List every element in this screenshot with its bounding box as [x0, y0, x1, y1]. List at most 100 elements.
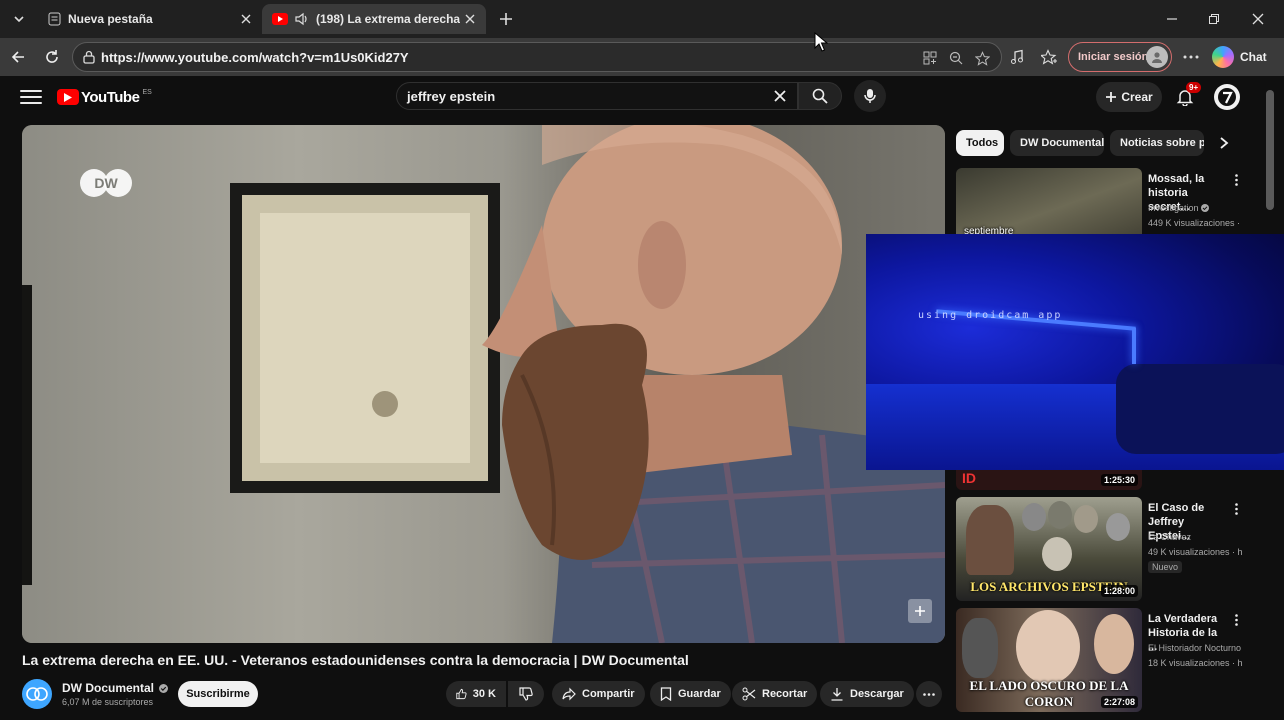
zoom-out-icon[interactable] [947, 49, 965, 67]
video-title: La extrema derecha en EE. UU. - Veterano… [22, 652, 689, 668]
copilot-chat-button[interactable]: Chat [1212, 44, 1272, 70]
video-duration: 1:25:30 [1100, 474, 1138, 486]
app-available-icon[interactable] [921, 49, 939, 67]
favorite-star-icon[interactable] [973, 49, 991, 67]
close-window-icon[interactable] [1244, 6, 1272, 32]
search-button[interactable] [798, 82, 842, 110]
chevron-right-icon[interactable] [1214, 133, 1234, 153]
video-player[interactable]: DW [22, 125, 945, 643]
address-bar[interactable]: https://www.youtube.com/watch?v=m1Us0Kid… [72, 42, 1002, 72]
recommendation-views: 18 K visualizaciones · h [1148, 658, 1243, 668]
share-icon [562, 687, 576, 701]
bookmark-icon [660, 687, 672, 701]
recommendation-channel: La Chávez [1148, 532, 1192, 542]
more-options-icon[interactable] [1180, 46, 1202, 68]
youtube-favicon-icon [272, 11, 288, 27]
mouse-cursor-icon [814, 32, 828, 52]
verified-check-icon [159, 684, 169, 693]
clip-button[interactable]: Recortar [732, 681, 818, 707]
channel-row: DW Documental 6,07 M de suscriptores Sus… [22, 678, 945, 710]
reload-icon[interactable] [40, 45, 64, 69]
account-avatar[interactable] [1214, 84, 1240, 110]
add-to-queue-icon[interactable] [908, 599, 932, 623]
like-button[interactable]: 30 K [446, 681, 506, 707]
sign-in-button[interactable]: Iniciar sesión [1068, 42, 1172, 72]
clear-search-icon[interactable] [771, 87, 789, 105]
overlay-scene-bed [1116, 364, 1284, 454]
tab-label: (198) La extrema derecha en EE. [316, 12, 460, 26]
new-tab-plus-icon[interactable] [494, 7, 518, 31]
favorites-icon[interactable] [1038, 46, 1060, 68]
like-count: 30 K [472, 688, 496, 700]
chip-dw-documental[interactable]: DW Documental [1010, 130, 1104, 156]
subscriber-count: 6,07 M de suscriptores [62, 697, 154, 707]
download-icon [831, 688, 843, 701]
video-thumbnail[interactable]: LOS ARCHIVOS EPSTEIN 1:28:00 [956, 497, 1142, 601]
recommendation-channel: El Historiador Nocturno [1148, 643, 1242, 653]
chat-label: Chat [1240, 50, 1267, 64]
channel-name[interactable]: DW Documental [62, 681, 169, 695]
kebab-menu-icon[interactable] [1230, 172, 1242, 188]
youtube-logo[interactable]: YouTube ES [57, 86, 152, 108]
restore-icon[interactable] [1200, 6, 1228, 32]
minimize-icon[interactable] [1158, 6, 1186, 32]
filter-chips: Todos DW Documental Noticias sobre po [956, 130, 1236, 156]
tab-label: Nueva pestaña [68, 12, 153, 26]
camera-watermark: using droidcam app [918, 310, 1063, 321]
subscribe-button[interactable]: Suscribirme [178, 681, 258, 707]
recommendation-item[interactable]: LOS ARCHIVOS EPSTEIN 1:28:00 El Caso de … [956, 497, 1256, 601]
recommendation-views: 49 K visualizaciones · h [1148, 547, 1243, 557]
share-button[interactable]: Compartir [552, 681, 645, 707]
chip-politics-news[interactable]: Noticias sobre po [1110, 130, 1204, 156]
speaker-icon[interactable] [294, 11, 310, 27]
thumbs-down-icon [519, 687, 533, 701]
tab-youtube-video[interactable]: (198) La extrema derecha en EE. [262, 4, 486, 34]
back-arrow-icon[interactable] [6, 45, 30, 69]
channel-avatar[interactable] [22, 679, 52, 709]
youtube-play-icon [57, 89, 79, 105]
recommendation-views: 449 K visualizaciones · [1148, 218, 1241, 228]
more-actions-icon[interactable] [916, 681, 942, 707]
site-info-icon[interactable] [81, 49, 97, 65]
camera-feed-overlay[interactable]: using droidcam app [866, 234, 1284, 470]
notification-count-badge: 9+ [1186, 82, 1202, 93]
plus-icon [1106, 92, 1117, 102]
youtube-header: YouTube ES jeffrey epstein Crear 9+ [0, 76, 1284, 118]
close-tab-icon[interactable] [460, 9, 480, 29]
chip-all[interactable]: Todos [956, 130, 1004, 156]
thumbnail-logo: ID [962, 470, 976, 486]
tab-actions-menu-icon[interactable] [6, 6, 32, 32]
kebab-menu-icon[interactable] [1230, 612, 1242, 628]
video-scene-person [482, 125, 945, 643]
thumbs-up-icon [456, 688, 467, 700]
page-icon [46, 11, 62, 27]
menu-hamburger-icon[interactable] [20, 86, 42, 108]
search-query: jeffrey epstein [407, 89, 496, 104]
video-duration: 1:28:00 [1100, 585, 1138, 597]
video-duration: 2:27:08 [1100, 696, 1138, 708]
search-icon [812, 88, 828, 104]
recommendation-item[interactable]: EL LADO OSCURO DE LA CORON 2:27:08 La Ve… [956, 608, 1256, 712]
close-tab-icon[interactable] [236, 9, 256, 29]
video-thumbnail[interactable]: EL LADO OSCURO DE LA CORON 2:27:08 [956, 608, 1142, 712]
dw-logo: DW [80, 169, 132, 197]
browser-toolbar: https://www.youtube.com/watch?v=m1Us0Kid… [0, 38, 1284, 76]
url-text: https://www.youtube.com/watch?v=m1Us0Kid… [101, 50, 409, 65]
verified-check-icon [1201, 204, 1210, 212]
download-button[interactable]: Descargar [820, 681, 914, 707]
tab-new-tab[interactable]: Nueva pestaña [36, 4, 262, 34]
profile-avatar-icon [1146, 46, 1168, 68]
svg-text:DW: DW [94, 175, 118, 191]
save-button[interactable]: Guardar [650, 681, 731, 707]
dislike-button[interactable] [508, 681, 544, 707]
kebab-menu-icon[interactable] [1230, 501, 1242, 517]
scissors-icon [742, 687, 756, 701]
new-badge: Nuevo [1148, 561, 1183, 573]
search-input[interactable]: jeffrey epstein [396, 82, 798, 110]
sign-in-label: Iniciar sesión [1078, 51, 1149, 63]
voice-search-mic-icon[interactable] [854, 80, 886, 112]
read-aloud-icon[interactable] [1006, 46, 1028, 68]
create-button[interactable]: Crear [1096, 82, 1162, 112]
recommendation-channel: Investigation [1148, 203, 1210, 213]
copilot-icon [1212, 46, 1234, 68]
